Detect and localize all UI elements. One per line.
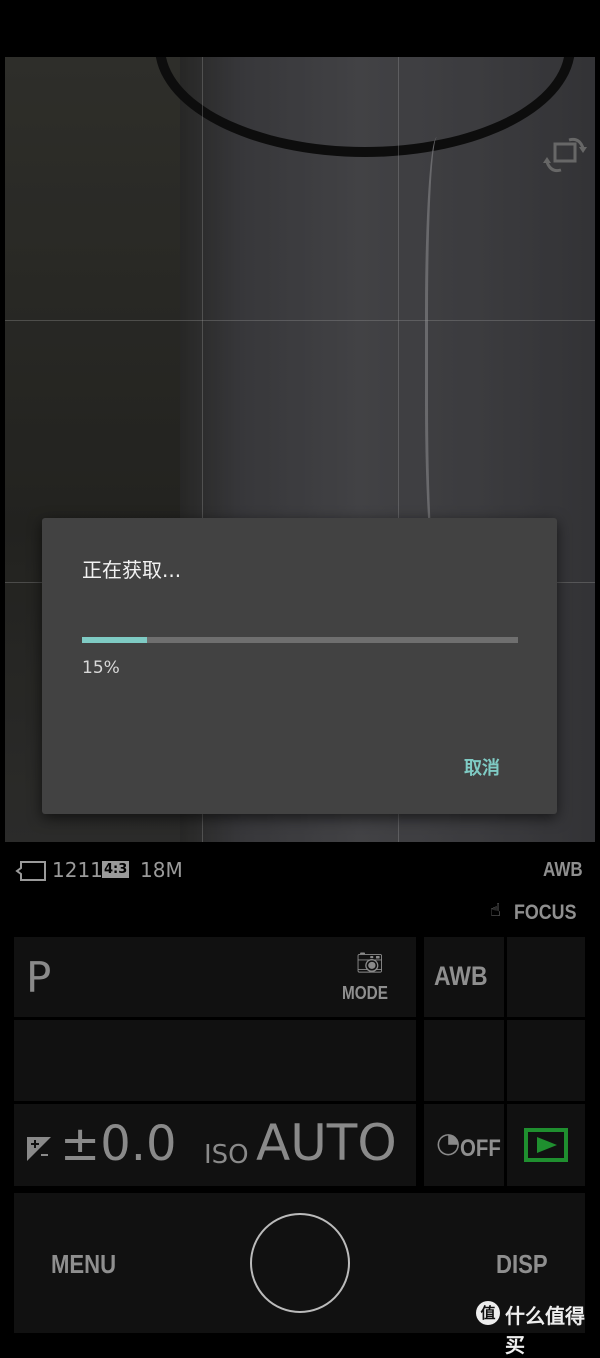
shutter-button[interactable] (250, 1213, 350, 1313)
ev-value: ±0.0 (60, 1116, 177, 1172)
touch-icon: ☝ (490, 900, 501, 921)
cancel-button[interactable]: 取消 (464, 754, 500, 780)
menu-button[interactable]: MENU (51, 1249, 116, 1280)
wb-status: AWB (543, 859, 583, 881)
exposure-compensation-icon (27, 1137, 51, 1161)
watermark-text: 什么值得买 (505, 1304, 585, 1357)
dialog-title: 正在获取... (82, 558, 182, 582)
progress-bar (82, 637, 518, 643)
wb-label: AWB (434, 961, 488, 991)
mode-label: MODE (342, 983, 388, 1003)
focus-label[interactable]: FOCUS (514, 901, 576, 925)
empty-cell (507, 1020, 585, 1101)
memory-card-icon (15, 861, 46, 881)
timer-label: OFF (460, 1135, 501, 1162)
camera-icon: 📷︎ (356, 951, 384, 976)
playback-button[interactable] (507, 1104, 585, 1186)
progress-dialog: 正在获取... 15% 取消 (42, 518, 557, 814)
iso-value: AUTO (256, 1114, 397, 1172)
aspect-badge: 4:3 (102, 861, 130, 878)
self-timer-button[interactable]: ◔ OFF (424, 1104, 504, 1186)
image-size: 18M (140, 858, 183, 882)
exposure-iso-button[interactable]: ±0.0 ISO AUTO (14, 1104, 416, 1186)
mode-value: P (26, 953, 52, 1002)
self-timer-icon: ◔ (436, 1126, 461, 1159)
playback-icon (524, 1128, 568, 1162)
iso-label: ISO (204, 1140, 249, 1170)
progress-fill (82, 637, 148, 643)
progress-percent: 15% (82, 658, 120, 678)
empty-cell (424, 1020, 504, 1101)
watermark-logo: 值 (476, 1301, 500, 1325)
wb-button[interactable]: AWB (424, 937, 504, 1017)
disp-button[interactable]: DISP (496, 1249, 548, 1280)
shots-remaining: 1211 (52, 858, 103, 882)
empty-cell (14, 1020, 416, 1101)
empty-cell (507, 937, 585, 1017)
mode-button[interactable]: P 📷︎ MODE (14, 937, 416, 1017)
